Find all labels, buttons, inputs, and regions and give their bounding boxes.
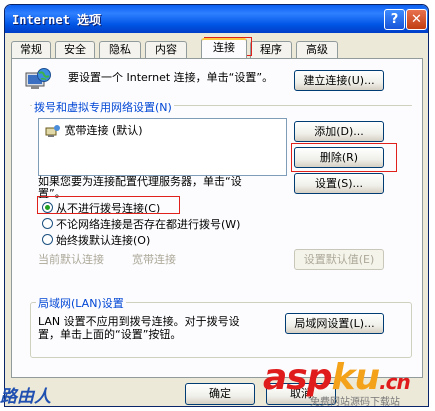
- tab-advanced[interactable]: 高级: [296, 41, 338, 58]
- lan-settings-button[interactable]: 局域网设置(L)...: [285, 313, 384, 334]
- radio-always-dial-label[interactable]: 始终拨默认连接(O): [56, 232, 150, 248]
- connections-panel: 要设置一个 Internet 连接，单击“设置”。 建立连接(U)... 拨号和…: [11, 58, 423, 378]
- dialup-group-label: 拨号和虚拟专用网络设置(N): [32, 99, 174, 115]
- luyouren-watermark: 路由人: [0, 387, 51, 407]
- remove-button[interactable]: 删除(R): [294, 147, 384, 168]
- lan-group-label: 局域网(LAN)设置: [36, 295, 126, 311]
- broadband-connection-icon: [45, 124, 61, 138]
- radio-never-dial[interactable]: [42, 202, 53, 213]
- set-default-button[interactable]: 设置默认值(E): [294, 249, 384, 270]
- window-title: Internet 选项: [12, 13, 102, 27]
- add-button[interactable]: 添加(D)...: [294, 121, 384, 142]
- globe-computer-icon: [24, 67, 52, 93]
- logo-asp: asp: [263, 357, 332, 398]
- proxy-description-line1: 如果您要为连接配置代理服务器，单击“设: [38, 175, 242, 188]
- radio-never-dial-label[interactable]: 从不进行拨号连接(C): [56, 200, 160, 216]
- help-button[interactable]: ?: [384, 9, 405, 30]
- aspku-watermark-subtext: 免费网站源码下载站: [310, 397, 400, 408]
- dialup-connection-list[interactable]: 宽带连接 (默认): [38, 118, 287, 176]
- tab-general[interactable]: 常规: [11, 41, 51, 58]
- title-bar: Internet 选项 ? ✕: [5, 5, 428, 33]
- tab-programs[interactable]: 程序: [250, 41, 292, 58]
- setup-description: 要设置一个 Internet 连接，单击“设置”。: [68, 71, 274, 84]
- radio-dial-regardless-label[interactable]: 不论网络连接是否存在都进行拨号(W): [56, 216, 240, 232]
- radio-always-dial[interactable]: [42, 234, 53, 245]
- current-default-value: 宽带连接: [132, 253, 176, 266]
- list-item[interactable]: 宽带连接 (默认): [45, 122, 143, 138]
- list-item-label: 宽带连接 (默认): [64, 124, 143, 137]
- tab-content[interactable]: 内容: [145, 41, 187, 58]
- ok-button[interactable]: 确定: [185, 383, 255, 405]
- aspku-watermark-logo: aspku.cn: [263, 357, 411, 398]
- setup-connection-button[interactable]: 建立连接(U)...: [294, 70, 384, 91]
- settings-button[interactable]: 设置(S)...: [294, 173, 384, 194]
- logo-cn: .cn: [379, 370, 411, 394]
- internet-options-window: Internet 选项 ? ✕ 常规 安全 隐私 内容 连接 程序 高级 要设置…: [4, 4, 429, 407]
- proxy-description-line2: 置”。: [38, 187, 66, 200]
- tab-connections[interactable]: 连接: [201, 38, 247, 58]
- logo-ku: ku: [331, 357, 381, 398]
- lan-description-line2: 置，单击上面的“设置”按钮。: [38, 328, 182, 341]
- close-button[interactable]: ✕: [406, 9, 427, 30]
- tab-privacy[interactable]: 隐私: [99, 41, 141, 58]
- tab-security[interactable]: 安全: [55, 41, 95, 58]
- radio-dial-regardless[interactable]: [42, 218, 53, 229]
- current-default-label: 当前默认连接: [38, 253, 104, 266]
